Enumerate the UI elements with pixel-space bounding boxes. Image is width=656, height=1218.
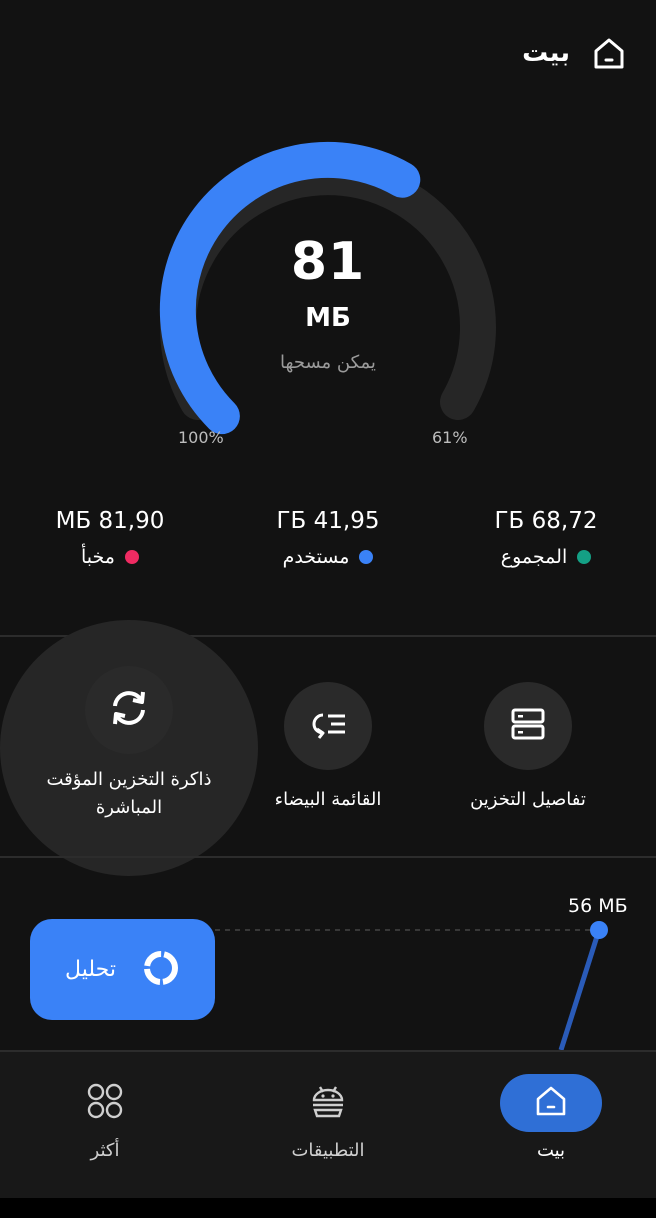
gauge-min-label: 100% (178, 428, 224, 447)
whitelist-label: القائمة البيضاء (274, 789, 382, 810)
stat-total-label: المجموع (500, 546, 568, 568)
nav-more-label: أكثر (90, 1140, 120, 1161)
analyze-button[interactable]: تحليل (30, 919, 215, 1020)
stat-used-label: مستخدم (282, 546, 350, 568)
stat-used: ГБ 41,95 مستخدم (228, 508, 428, 568)
usage-line (558, 929, 602, 1050)
home-icon (534, 1085, 568, 1121)
system-bar (0, 1198, 656, 1218)
nav-home-label: بيت (536, 1140, 566, 1161)
storage-details-button[interactable]: تفاصيل التخزين (430, 682, 626, 814)
android-icon (309, 1083, 347, 1123)
stat-cached: МБ 81,90 مخبأ (10, 508, 210, 568)
cache-label-line2: المباشرة (95, 797, 163, 818)
stat-cached-value: МБ 81,90 (55, 508, 165, 534)
home-icon[interactable] (592, 36, 626, 70)
gauge-unit: МБ (305, 303, 351, 333)
gauge-value: 81 (290, 232, 366, 292)
gauge-caption: يمكن مسحها (280, 352, 376, 373)
storage-stats: ГБ 68,72 المجموع ГБ 41,95 مستخدم МБ 81,9… (0, 508, 656, 588)
nav-apps-label: التطبيقات (291, 1140, 365, 1161)
whitelist-button[interactable]: القائمة البيضاء (240, 682, 416, 814)
cache-label-line1: ذاكرة التخزين المؤقت (46, 769, 212, 790)
peak-value-label: 56 МБ (568, 895, 628, 917)
stat-used-value: ГБ 41,95 (276, 508, 380, 534)
grid-icon (86, 1082, 124, 1124)
cache-cleaner-button[interactable]: ذاكرة التخزين المؤقت المباشرة (24, 666, 234, 822)
nav-home[interactable]: بيت (476, 1074, 626, 1161)
server-icon (510, 706, 546, 746)
whitelist-icon (309, 707, 347, 745)
stat-cached-label: مخبأ (81, 546, 115, 568)
quick-actions: تفاصيل التخزين القائمة البيضاء ذاكرة الت… (0, 640, 656, 856)
gauge-max-label: 61% (432, 428, 468, 447)
divider (0, 856, 656, 858)
analyze-ring-icon (142, 949, 180, 991)
stat-total: ГБ 68,72 المجموع (446, 508, 646, 568)
nav-more[interactable]: أكثر (30, 1074, 180, 1161)
refresh-icon (107, 688, 151, 732)
header: بيت (522, 36, 626, 70)
bottom-nav: بيت التطبيقات أكثر (0, 1052, 656, 1198)
total-dot-icon (577, 550, 592, 564)
peak-point (590, 921, 608, 939)
stat-total-value: ГБ 68,72 (494, 508, 598, 534)
nav-apps[interactable]: التطبيقات (253, 1074, 403, 1161)
cached-dot-icon (124, 550, 139, 564)
page-title: بيت (522, 38, 570, 68)
used-dot-icon (359, 550, 374, 564)
storage-gauge: 81 МБ يمكن مسحها (128, 130, 528, 460)
analyze-label: تحليل (65, 957, 116, 982)
storage-details-label: تفاصيل التخزين (470, 789, 586, 810)
